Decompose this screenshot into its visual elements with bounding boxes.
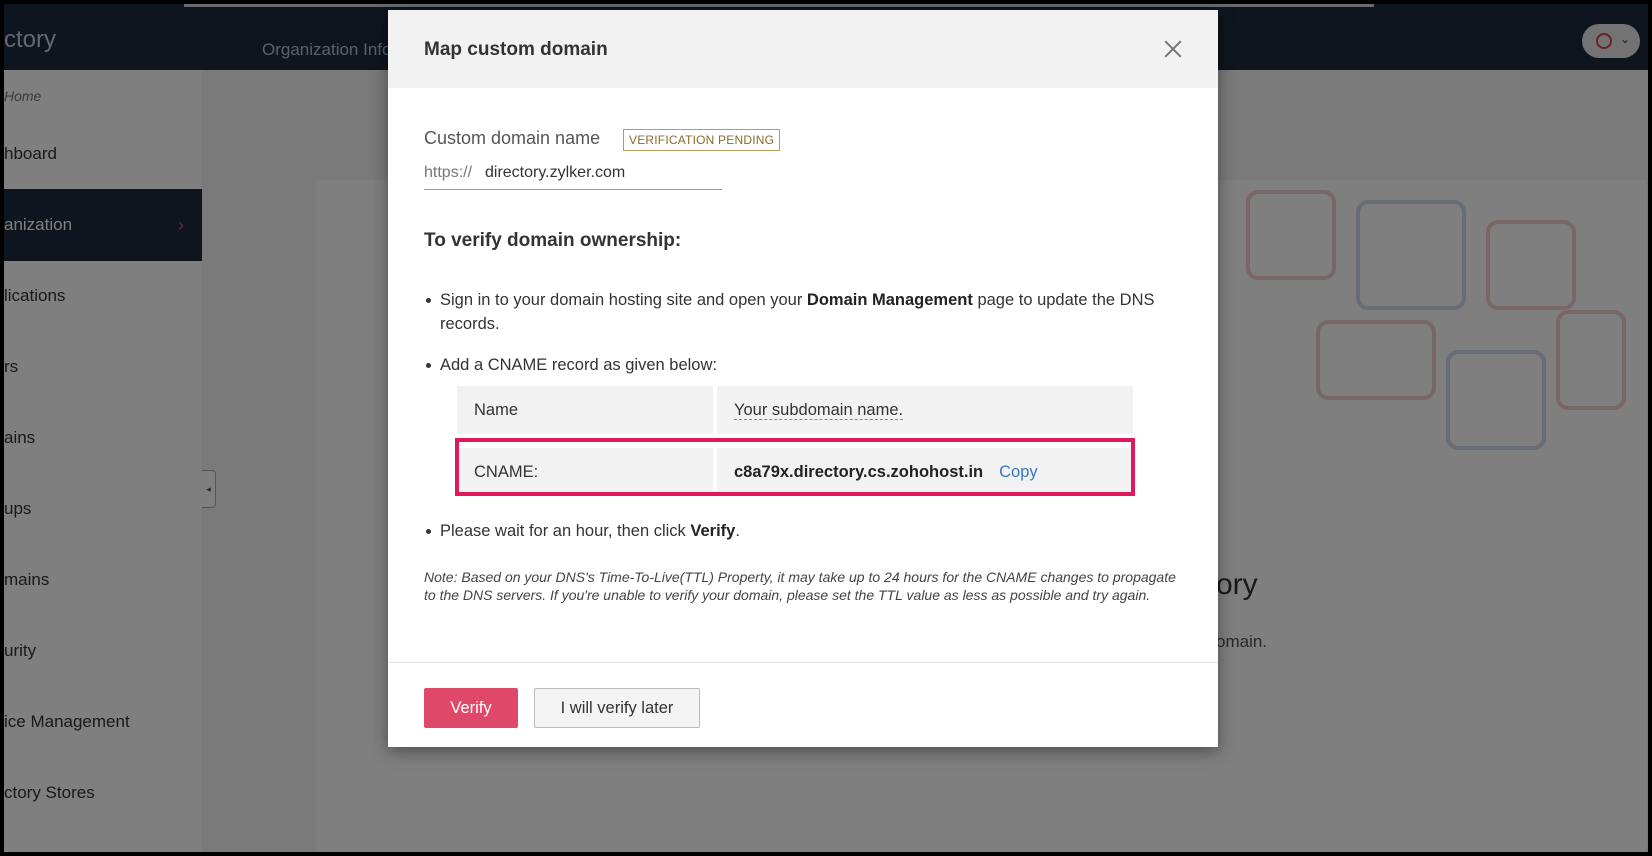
step3-text: Please wait for an hour, then click — [440, 522, 691, 540]
table-row: Name Your subdomain name. — [457, 386, 1133, 434]
step1-text-end: page to update the DNS — [972, 291, 1155, 309]
step1-bold: Domain Management — [806, 291, 973, 309]
step2-text: Add a CNAME record as given below: — [440, 356, 717, 374]
instruction-step-1: Sign in to your domain hosting site and … — [426, 288, 1155, 336]
url-prefix: https:// — [424, 164, 473, 181]
map-domain-dialog: Map custom domain Custom domain name VER… — [388, 10, 1218, 747]
url-value: directory.zylker.com — [485, 164, 626, 181]
verify-later-button[interactable]: I will verify later — [534, 688, 700, 728]
verify-ownership-heading: To verify domain ownership: — [424, 230, 682, 251]
subdomain-hint[interactable]: Your subdomain name. — [734, 401, 904, 420]
step1-text-line2: records. — [440, 315, 500, 333]
verify-button[interactable]: Verify — [424, 688, 518, 728]
dialog-title: Map custom domain — [424, 39, 608, 60]
footer-divider — [388, 662, 1218, 663]
table-cell-name-label: Name — [457, 386, 713, 434]
step3-text-end: . — [735, 522, 740, 540]
domain-name-label: Custom domain name — [424, 128, 601, 148]
instruction-step-2: Add a CNAME record as given below: — [426, 353, 717, 377]
instruction-step-3: Please wait for an hour, then click Veri… — [426, 519, 740, 543]
status-badge: VERIFICATION PENDING — [623, 129, 781, 151]
ttl-note: Note: Based on your DNS's Time-To-Live(T… — [424, 569, 1176, 603]
step3-bold: Verify — [690, 522, 736, 540]
table-cell-name-value: Your subdomain name. — [717, 386, 1133, 434]
domain-url-field[interactable]: https:// directory.zylker.com — [424, 162, 722, 190]
close-icon[interactable] — [1162, 38, 1184, 60]
step1-text: Sign in to your domain hosting site and … — [440, 291, 807, 309]
highlight-box — [455, 438, 1135, 496]
app-window: ctory Organization Info ⌄ Home hboard an… — [4, 4, 1648, 852]
dialog-header: Map custom domain — [388, 10, 1218, 88]
